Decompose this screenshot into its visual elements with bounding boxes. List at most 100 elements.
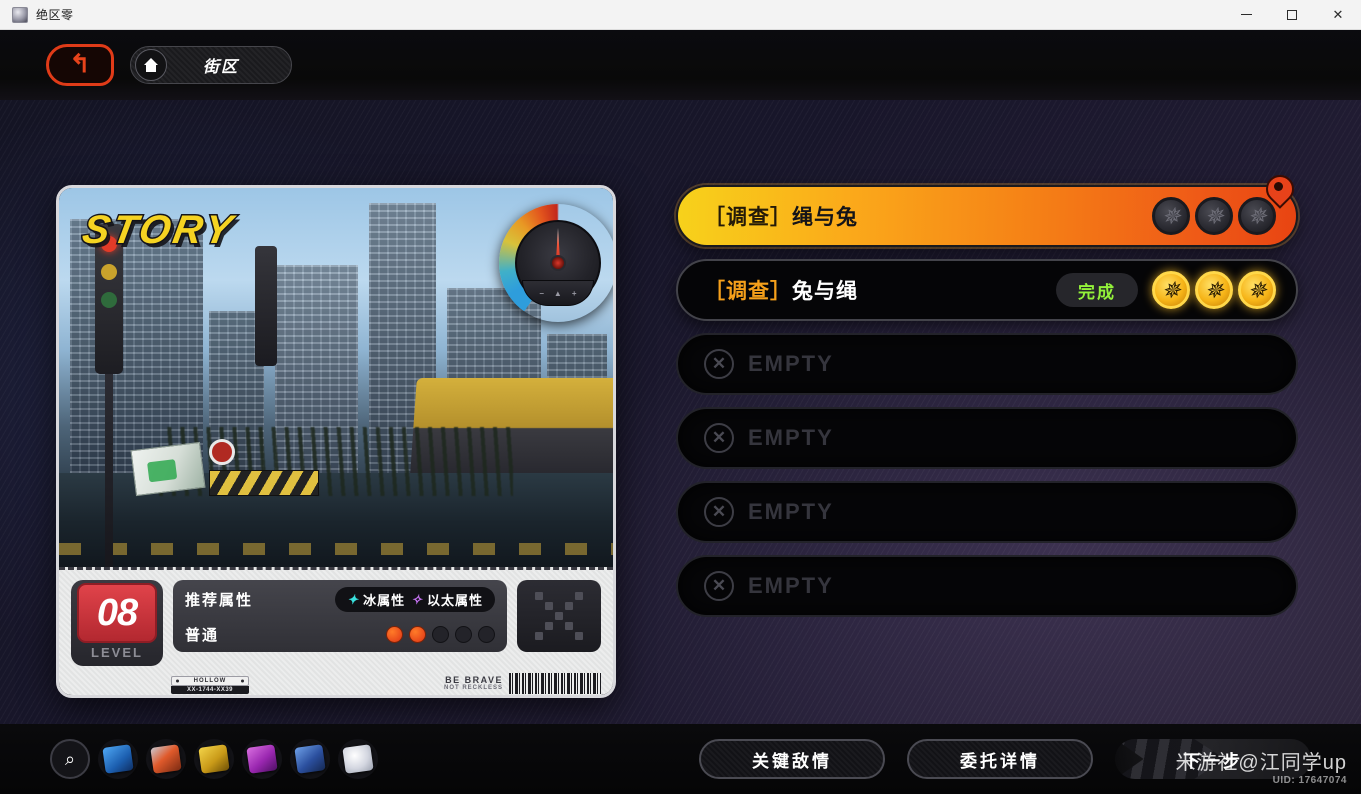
element-ether: ✧ 以太属性 — [411, 590, 483, 609]
mission-list: ［调查］绳与兔 ✵ ✵ ✵ ［调查］兔与绳 完成 ✵ ✵ ✵ ✕ EMPTY ✕… — [676, 182, 1298, 763]
medal-icon: ✵ — [1152, 271, 1190, 309]
element-pill: ✦ 冰属性 ✧ 以太属性 — [335, 587, 495, 612]
recommended-attributes-label: 推荐属性 — [185, 592, 254, 609]
mission-name: 兔与绳 — [792, 280, 858, 303]
mission-row-empty[interactable]: ✕ EMPTY — [676, 555, 1298, 617]
difficulty-dot — [455, 626, 472, 643]
breadcrumb-label: 街区 — [202, 59, 239, 76]
mission-row-completed[interactable]: ［调查］兔与绳 完成 ✵ ✵ ✵ — [676, 259, 1298, 321]
next-step-button[interactable]: 下一步 — [1115, 739, 1311, 779]
ice-icon: ✦ — [347, 591, 360, 607]
commission-details-button[interactable]: 委托详情 — [907, 739, 1093, 779]
mission-medals: ✵ ✵ ✵ — [1152, 271, 1276, 309]
difficulty-dot — [478, 626, 495, 643]
top-navigation-bar: ↰ 街区 — [0, 30, 1361, 100]
street-pole — [105, 374, 113, 573]
circle-x-icon: ✕ — [704, 571, 734, 601]
gauge-center-icon: ▲ — [553, 288, 562, 298]
stage-info-panel: 08 LEVEL 推荐属性 ✦ 冰属性 ✧ 以太属性 普通 HOLLOW XX-… — [59, 567, 613, 695]
tool-icon-tray: ⌕ — [50, 739, 378, 779]
empty-label: EMPTY — [748, 351, 834, 376]
empty-label: EMPTY — [748, 573, 834, 598]
element-ice: ✦ 冰属性 — [347, 590, 405, 609]
level-value: 08 — [77, 583, 157, 643]
difficulty-label: 普通 — [185, 627, 220, 644]
card-footer: HOLLOW XX-1744-XX39 BE BRAVE NOT RECKLES… — [71, 673, 601, 694]
hollow-tag-title: HOLLOW — [171, 676, 249, 686]
difficulty-line: 普通 — [185, 624, 495, 645]
element-ether-label: 以太属性 — [426, 593, 483, 608]
difficulty-dot — [386, 626, 403, 643]
story-logo: STORY — [78, 207, 240, 254]
difficulty-dots — [386, 626, 495, 643]
element-ice-label: 冰属性 — [363, 593, 406, 608]
secondary-traffic-light-icon — [255, 246, 277, 366]
stage-preview-image: STORY – ▲ + — [59, 188, 613, 573]
level-badge: 08 LEVEL — [71, 580, 163, 666]
ether-icon: ✧ — [411, 591, 423, 607]
empty-label: EMPTY — [748, 499, 834, 524]
breadcrumb[interactable]: 街区 — [130, 46, 292, 84]
mission-title: ［调查］兔与绳 — [704, 275, 858, 305]
level-label: LEVEL — [91, 645, 143, 660]
gauge-base: – ▲ + — [522, 280, 594, 306]
gauge-hub — [550, 255, 566, 271]
game-viewport: ↰ 街区 STORY – ▲ + 08 LEVEL 推荐属性 ✦ 冰属性 ✧ 以… — [0, 30, 1361, 794]
stage-info-row: 08 LEVEL 推荐属性 ✦ 冰属性 ✧ 以太属性 普通 — [71, 580, 601, 666]
purple-crate-icon[interactable] — [242, 739, 282, 779]
brave-slogan: BE BRAVE NOT RECKLESS — [444, 673, 601, 694]
attributes-block: 推荐属性 ✦ 冰属性 ✧ 以太属性 普通 — [173, 580, 507, 652]
brave-line-1: BE BRAVE — [445, 674, 503, 685]
key-enemy-intel-button[interactable]: 关键敌情 — [699, 739, 885, 779]
difficulty-dot — [432, 626, 449, 643]
circle-x-icon: ✕ — [704, 497, 734, 527]
difficulty-dot — [409, 626, 426, 643]
pixel-x-icon — [517, 580, 601, 652]
red-cassette-icon[interactable] — [146, 739, 186, 779]
blue-tablet-icon[interactable] — [98, 739, 138, 779]
mission-row-active[interactable]: ［调查］绳与兔 ✵ ✵ ✵ — [676, 182, 1298, 247]
medal-icon: ✵ — [1238, 271, 1276, 309]
maximize-button[interactable] — [1269, 0, 1315, 30]
main-content: STORY – ▲ + 08 LEVEL 推荐属性 ✦ 冰属性 ✧ 以太属性 普… — [0, 100, 1361, 724]
mission-row-empty[interactable]: ✕ EMPTY — [676, 481, 1298, 543]
bottom-action-bar: ⌕ 关键敌情 委托详情 下一步 — [0, 724, 1361, 794]
title-bar-left: 绝区零 — [0, 6, 74, 23]
mission-medals: ✵ ✵ ✵ — [1152, 197, 1276, 235]
mission-title: ［调查］绳与兔 — [704, 201, 858, 231]
medal-icon: ✵ — [1195, 197, 1233, 235]
empty-label: EMPTY — [748, 425, 834, 450]
circle-x-icon: ✕ — [704, 423, 734, 453]
location-pin-icon — [1266, 175, 1290, 205]
gauge-minus-icon: – — [539, 288, 544, 298]
speedometer-gauge: – ▲ + — [499, 204, 613, 322]
action-buttons: 关键敌情 委托详情 下一步 — [699, 739, 1311, 779]
blue-vehicle-icon[interactable] — [290, 739, 330, 779]
mission-row-empty[interactable]: ✕ EMPTY — [676, 407, 1298, 469]
mission-row-empty[interactable]: ✕ EMPTY — [676, 333, 1298, 395]
mission-tag: ［调查］ — [704, 280, 792, 303]
circle-x-icon: ✕ — [704, 349, 734, 379]
medal-icon: ✵ — [1152, 197, 1190, 235]
story-card[interactable]: STORY – ▲ + 08 LEVEL 推荐属性 ✦ 冰属性 ✧ 以太属性 普… — [56, 185, 616, 698]
back-button[interactable]: ↰ — [46, 44, 114, 86]
hollow-tag-code: XX-1744-XX39 — [171, 686, 249, 694]
white-disc-icon[interactable] — [338, 739, 378, 779]
gold-crate-icon[interactable] — [194, 739, 234, 779]
hollow-tag: HOLLOW XX-1744-XX39 — [171, 676, 249, 694]
gauge-plus-icon: + — [571, 288, 577, 298]
recommended-attributes-line: 推荐属性 ✦ 冰属性 ✧ 以太属性 — [185, 587, 495, 612]
barcode-icon — [509, 673, 601, 694]
close-button[interactable]: ✕ — [1315, 0, 1361, 30]
status-badge: 完成 — [1056, 273, 1138, 307]
window-title: 绝区零 — [36, 8, 74, 22]
medal-icon: ✵ — [1195, 271, 1233, 309]
brave-line-2: NOT RECKLESS — [443, 685, 503, 692]
road-barrier — [209, 470, 319, 496]
title-bar: 绝区零 ✕ — [0, 0, 1361, 30]
street-sign — [130, 441, 206, 497]
home-icon — [135, 49, 167, 81]
search-icon[interactable]: ⌕ — [50, 739, 90, 779]
minimize-button[interactable] — [1223, 0, 1269, 30]
mission-tag: ［调查］ — [704, 206, 792, 229]
